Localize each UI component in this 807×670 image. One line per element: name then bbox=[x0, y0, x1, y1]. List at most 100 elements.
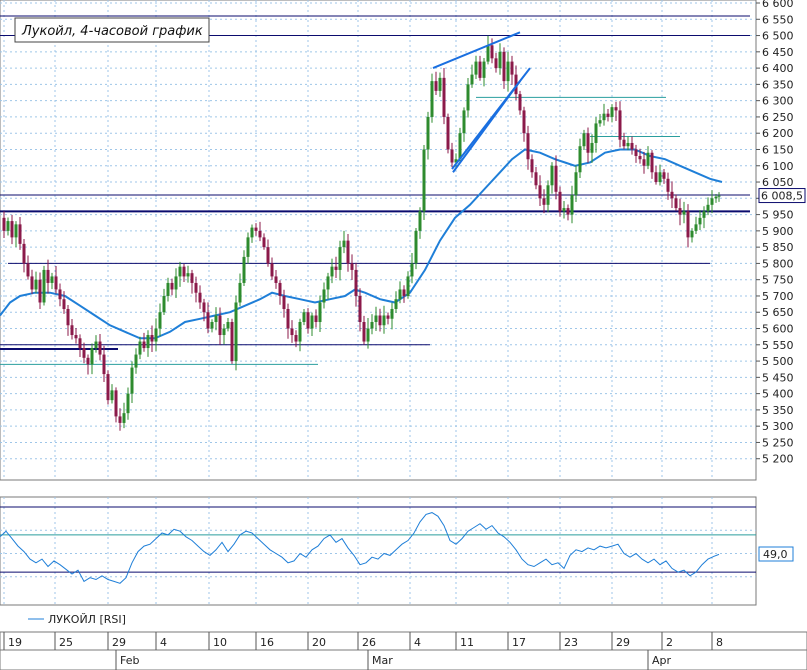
time-tick-label: 20 bbox=[312, 636, 326, 649]
candle-body bbox=[478, 61, 482, 78]
candle-body bbox=[34, 279, 38, 290]
price-axis: 5 200 5 250 5 300 5 350 5 400 5 450 5 500 5 550… bbox=[756, 0, 794, 466]
candle-body bbox=[350, 263, 354, 270]
candle-body bbox=[714, 196, 718, 199]
price-tick-label: 5 250 bbox=[762, 436, 794, 449]
candle-body bbox=[310, 315, 314, 329]
candle-body bbox=[242, 256, 246, 283]
price-tick-label: 6 200 bbox=[762, 127, 794, 140]
candle-body bbox=[286, 308, 290, 329]
candle-body bbox=[30, 276, 34, 290]
candle-body bbox=[110, 390, 114, 401]
candle-body bbox=[522, 110, 526, 134]
price-tick-label: 6 600 bbox=[762, 0, 794, 10]
candle-body bbox=[370, 322, 374, 329]
candle-body bbox=[98, 341, 102, 355]
price-tick-label: 6 300 bbox=[762, 95, 794, 108]
price-tick-label: 5 950 bbox=[762, 209, 794, 222]
price-tick-label: 5 900 bbox=[762, 225, 794, 238]
candle-body bbox=[118, 416, 122, 423]
candle-body bbox=[70, 325, 74, 336]
candle-body bbox=[206, 312, 210, 329]
candle-body bbox=[538, 185, 542, 199]
candle-body bbox=[122, 413, 126, 423]
candle-body bbox=[158, 312, 162, 329]
candle-body bbox=[382, 315, 386, 326]
candle-body bbox=[558, 191, 562, 212]
candle-body bbox=[634, 149, 638, 156]
candle-body bbox=[466, 84, 470, 111]
candle-body bbox=[662, 172, 666, 179]
time-tick-label: 4 bbox=[160, 636, 167, 649]
candle-body bbox=[542, 198, 546, 205]
candle-body bbox=[50, 276, 54, 283]
candle-body bbox=[266, 247, 270, 264]
candle-body bbox=[238, 282, 242, 303]
price-panel bbox=[0, 0, 757, 481]
time-tick-label: 10 bbox=[213, 636, 227, 649]
candle-body bbox=[290, 328, 294, 336]
candle-body bbox=[126, 393, 130, 414]
candle-body bbox=[374, 315, 378, 323]
candle-body bbox=[202, 302, 206, 313]
rsi-value-tag: 49,0 bbox=[758, 546, 794, 562]
candle-body bbox=[86, 357, 90, 365]
candle-body bbox=[582, 133, 586, 147]
candle-body bbox=[390, 308, 394, 319]
month-label: Apr bbox=[652, 654, 672, 667]
time-tick-label: 16 bbox=[260, 636, 274, 649]
candle-body bbox=[570, 195, 574, 215]
candle-body bbox=[102, 354, 106, 375]
candle-body bbox=[502, 51, 506, 82]
candle-body bbox=[378, 315, 382, 326]
price-tick-label: 6 400 bbox=[762, 62, 794, 75]
candle-body bbox=[606, 113, 610, 117]
candle-body bbox=[650, 152, 654, 173]
candle-body bbox=[598, 120, 602, 124]
candle-body bbox=[518, 94, 522, 111]
candle-body bbox=[318, 302, 322, 323]
candle-body bbox=[594, 123, 598, 143]
candle-body bbox=[334, 266, 338, 270]
candle-body bbox=[214, 315, 218, 323]
candle-body bbox=[510, 61, 514, 75]
candle-body bbox=[574, 172, 578, 196]
candle-body bbox=[674, 198, 678, 209]
candle-body bbox=[630, 142, 634, 150]
candle-body bbox=[94, 341, 98, 349]
price-tick-label: 6 500 bbox=[762, 30, 794, 43]
candle-body bbox=[162, 295, 166, 313]
candle-body bbox=[398, 289, 402, 300]
time-tick-label: 23 bbox=[564, 636, 578, 649]
candle-body bbox=[386, 315, 390, 319]
candle-body bbox=[150, 335, 154, 342]
candle-body bbox=[62, 299, 66, 309]
candle-body bbox=[314, 315, 318, 323]
candle-body bbox=[234, 302, 238, 362]
last-price-tag: 6 008,5 bbox=[758, 188, 806, 204]
candle-body bbox=[114, 390, 118, 417]
chart-root: 5 200 5 250 5 300 5 350 5 400 5 450 5 500 5 550… bbox=[0, 0, 807, 670]
candle-body bbox=[106, 374, 110, 401]
candle-body bbox=[302, 312, 306, 323]
candle-body bbox=[626, 142, 630, 147]
candle-body bbox=[154, 328, 158, 342]
candle-body bbox=[174, 276, 178, 290]
time-tick-label: 4 bbox=[414, 636, 421, 649]
candle-body bbox=[690, 230, 694, 238]
candle-body bbox=[330, 266, 334, 277]
candle-body bbox=[717, 195, 721, 197]
price-tick-label: 5 600 bbox=[762, 323, 794, 336]
candle-body bbox=[258, 230, 262, 238]
chart-title-box: Лукойл, 4-часовой график bbox=[14, 17, 210, 43]
candle-body bbox=[170, 282, 174, 290]
price-tick-label: 5 550 bbox=[762, 339, 794, 352]
candle-body bbox=[2, 217, 6, 231]
candle-body bbox=[74, 335, 78, 339]
candle-body bbox=[138, 341, 142, 355]
candle-body bbox=[614, 107, 618, 111]
candle-body bbox=[246, 237, 250, 257]
candle-body bbox=[470, 74, 474, 85]
candle-body bbox=[622, 139, 626, 147]
price-tick-label: 6 150 bbox=[762, 143, 794, 156]
